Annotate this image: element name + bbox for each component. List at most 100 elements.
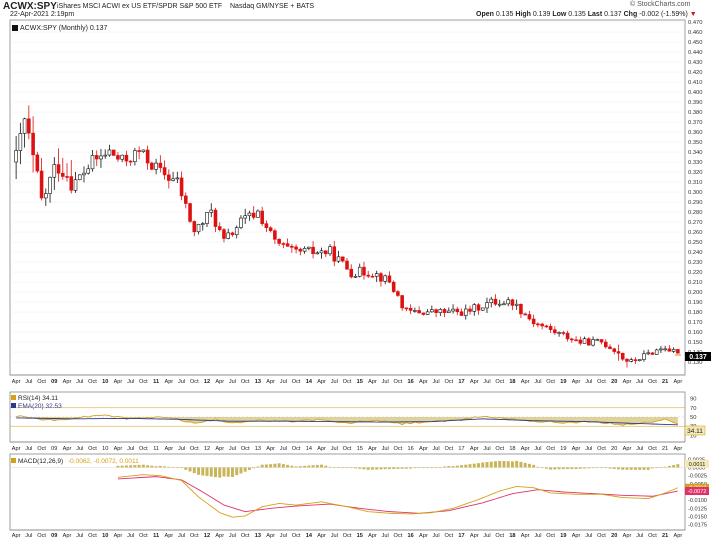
macd-histogram-bar [277, 463, 281, 468]
candle-body [120, 154, 124, 160]
macd-histogram-bar [676, 464, 680, 468]
macd-histogram-bar [413, 467, 417, 469]
candle-body [480, 307, 485, 311]
xtick-year-label: 15 [357, 446, 363, 452]
macd-histogram-bar [358, 467, 362, 469]
xtick-year-label: 11 [153, 446, 159, 452]
xtick-month-label: Apr [419, 446, 428, 452]
xtick-month-label: Jul [76, 533, 83, 539]
candle-body [239, 217, 243, 228]
macd-histogram-bar [349, 467, 353, 469]
candle-body [345, 260, 349, 270]
price-ytick-label: 0.420 [688, 70, 703, 76]
ema-legend-swatch [11, 403, 16, 408]
xtick-month-label: Jul [585, 446, 592, 452]
candle-body [536, 323, 540, 326]
xtick-month-label: Apr [317, 379, 326, 385]
candle-body [400, 295, 404, 309]
price-ytick-label: 0.350 [688, 140, 703, 146]
xtick-month-label: Jul [229, 533, 236, 539]
candle-body [302, 248, 307, 252]
candle-body [374, 273, 379, 277]
xtick-month-label: Apr [266, 533, 275, 539]
xtick-month-label: Oct [241, 379, 250, 385]
candle-body [86, 168, 91, 174]
xtick-year-label: 15 [357, 533, 363, 539]
xtick-month-label: Apr [12, 379, 21, 385]
candle-body [179, 177, 184, 197]
macd-histogram-bar [129, 465, 133, 468]
macd-ytick-label: -0.0150 [688, 515, 707, 521]
candle-body [290, 246, 294, 248]
xtick-month-label: Oct [546, 446, 555, 452]
xtick-month-label: Apr [12, 533, 21, 539]
xtick-month-label: Oct [292, 533, 301, 539]
price-ytick-label: 0.430 [688, 60, 703, 66]
candle-body [349, 268, 354, 278]
xtick-month-label: Jul [178, 379, 185, 385]
xtick-year-label: 10 [102, 446, 108, 452]
candle-body [421, 312, 426, 315]
candle-body [77, 174, 82, 181]
candle-body [591, 339, 595, 346]
macd-histogram-bar [468, 464, 472, 468]
candle-body [65, 176, 69, 178]
xtick-month-label: Apr [215, 446, 224, 452]
candle-body [357, 266, 362, 277]
candle-body [468, 308, 472, 312]
candle-body [595, 339, 600, 341]
candle-body [22, 118, 27, 134]
macd-histogram-bar [184, 467, 188, 470]
xtick-month-label: Oct [190, 379, 199, 385]
macd-histogram-bar [527, 463, 531, 468]
price-ytick-label: 0.290 [688, 200, 703, 206]
xtick-month-label: Oct [343, 446, 352, 452]
candle-body [642, 353, 646, 360]
xtick-month-label: Apr [623, 533, 632, 539]
macd-histogram-bar [430, 467, 434, 469]
macd-histogram-bar [553, 467, 557, 470]
price-ytick-label: 0.220 [688, 270, 703, 276]
macd-panel-frame [9, 453, 686, 531]
candle-body [676, 349, 680, 354]
ema-legend: EMA(20) 32.53 [18, 403, 62, 410]
macd-histogram-bar [370, 467, 374, 470]
candle-body [116, 155, 120, 160]
xtick-month-label: Jul [483, 446, 490, 452]
macd-histogram-bar [409, 467, 413, 469]
xtick-month-label: Jul [433, 379, 440, 385]
candle-body [497, 303, 502, 306]
candle-body [111, 149, 116, 156]
macd-histogram-bar [438, 466, 442, 468]
xtick-month-label: Oct [88, 446, 97, 452]
macd-histogram-bar [578, 467, 582, 469]
macd-line [117, 474, 679, 518]
candle-body [162, 167, 167, 176]
macd-histogram-bar [646, 467, 650, 470]
price-ytick-label: 0.170 [688, 320, 703, 326]
candle-body [205, 212, 209, 224]
xtick-year-label: 17 [458, 379, 464, 385]
xtick-month-label: Oct [139, 379, 148, 385]
candle-body [625, 358, 629, 362]
macd-histogram-bar [417, 467, 421, 469]
candle-body [90, 155, 95, 170]
candle-body [167, 174, 171, 181]
macd-histogram-bar [477, 463, 480, 468]
xtick-month-label: Apr [164, 533, 173, 539]
xtick-month-label: Oct [495, 379, 504, 385]
candle-body [366, 274, 370, 277]
price-ytick-label: 0.330 [688, 160, 703, 166]
macd-histogram-bar [566, 467, 570, 470]
xtick-month-label: Apr [215, 379, 224, 385]
xtick-month-label: Apr [63, 379, 72, 385]
xtick-month-label: Jul [636, 446, 643, 452]
price-ytick-label: 0.180 [688, 310, 703, 316]
macd-histogram-bar [180, 467, 184, 469]
candle-body [633, 359, 638, 361]
macd-histogram-bar [311, 465, 315, 468]
candle-body [298, 248, 303, 252]
candle-body [430, 309, 434, 313]
candle-body [294, 246, 298, 250]
macd-histogram-bar [396, 467, 400, 469]
